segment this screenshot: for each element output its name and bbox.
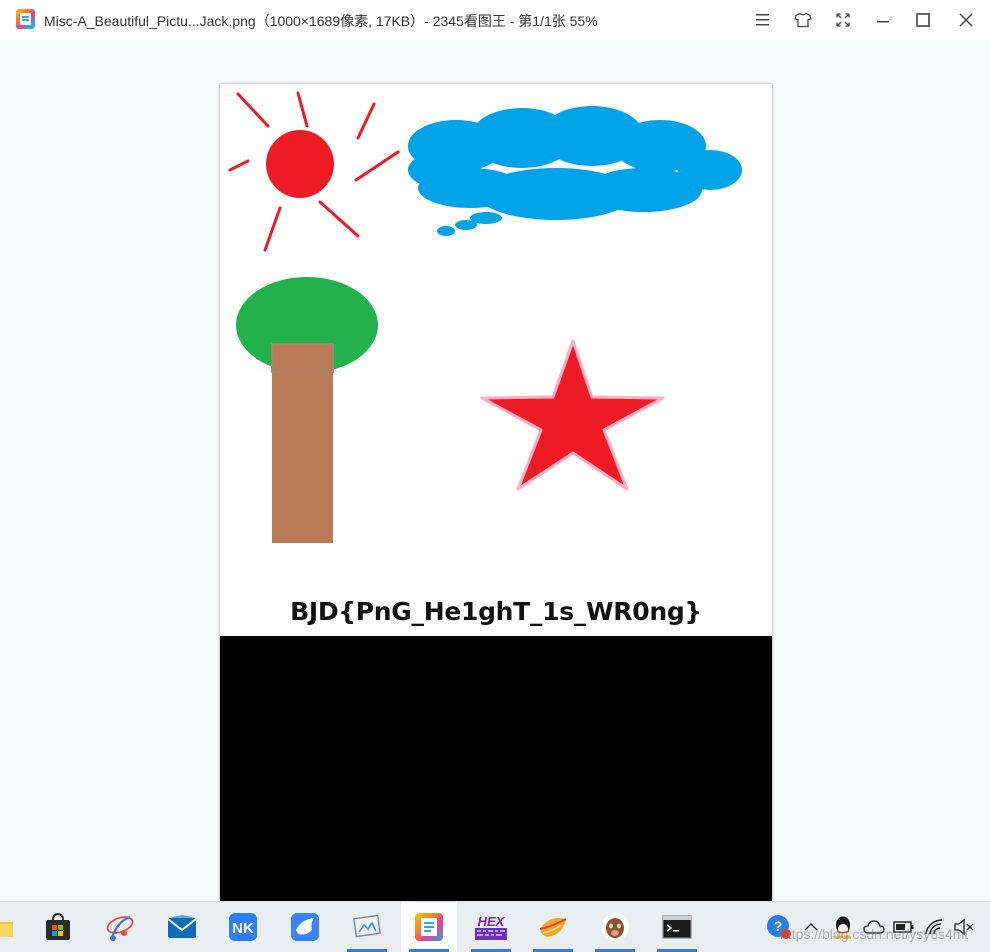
minimize-button[interactable] [868,5,898,35]
store-icon [46,912,70,940]
hex-icon: HEX [475,914,507,940]
tray-cloud[interactable] [860,902,888,952]
menu-button[interactable] [748,5,778,35]
battery-icon [893,921,914,933]
taskbar-terminal[interactable] [649,902,705,952]
tray-battery[interactable] [890,902,918,952]
terminal-icon [662,915,692,939]
image-viewer-canvas[interactable]: BJD{PnG_He1ghT_1s_WR0ng} [0,40,990,941]
tray-volume[interactable] [950,902,978,952]
taskbar-feishu[interactable] [277,902,333,952]
folder-icon [0,922,13,937]
viewer-app-icon [16,9,35,29]
star-drawing [480,339,665,491]
taskbar-microsoft-store[interactable] [30,902,86,952]
tray-wifi[interactable] [920,902,948,952]
bird-icon [291,913,319,941]
taskbar-sticky-app[interactable] [525,902,581,952]
window-title: Misc-A_Beautiful_Pictu...Jack.png（1000×1… [44,13,598,29]
fullscreen-icon [836,13,850,27]
hidden-black-area [220,636,772,941]
close-icon [959,13,973,27]
mascot-icon [601,913,629,941]
hex-label: HEX [478,914,506,929]
tray-qq[interactable] [828,902,858,952]
cloud-drawing [408,106,742,236]
viewer-icon [415,913,443,941]
taskbar-hex-editor[interactable]: HEX [463,902,519,952]
skin-icon [794,12,812,28]
tray-show-hidden[interactable] [798,902,824,952]
taskbar-nk-app[interactable]: NK [215,902,271,952]
tray-help[interactable]: ? [764,902,794,952]
red-star [480,339,665,491]
cloud-icon [863,920,885,934]
sun-drawing [228,91,400,252]
taskbar: NK HEX ? [0,901,990,952]
chevron-up-icon [804,923,818,931]
xmind-icon [106,915,134,941]
drawing [228,91,742,543]
window-title-bar[interactable]: Misc-A_Beautiful_Pictu...Jack.png（1000×1… [0,0,990,40]
taskbar-stegsolve[interactable] [587,902,643,952]
taskbar-2345-viewer[interactable] [401,902,457,952]
taskbar-image-tool[interactable] [339,902,395,952]
mail-icon [167,915,197,938]
tree-drawing [236,277,378,543]
sun-circle [266,130,334,198]
help-icon: ? [767,915,791,939]
volume-muted-icon [954,918,974,936]
skin-button[interactable] [788,5,818,35]
leaf-icon [539,918,567,937]
maximize-button[interactable] [908,5,938,35]
displayed-image[interactable]: BJD{PnG_He1ghT_1s_WR0ng} [220,84,772,941]
qq-icon [835,916,851,939]
svg-text:NK: NK [232,920,254,937]
taskbar-mail[interactable] [154,902,210,952]
tree-trunk [272,344,333,543]
svg-text:?: ? [774,918,783,934]
menu-icon [756,14,769,26]
flag-text: BJD{PnG_He1ghT_1s_WR0ng} [290,597,702,626]
nk-icon: NK [229,913,257,941]
minimize-icon [877,21,889,23]
screenshot-icon [353,914,381,938]
taskbar-xmind[interactable] [92,902,148,952]
maximize-icon [916,13,930,27]
fullscreen-button[interactable] [828,5,858,35]
taskbar-file-explorer[interactable] [0,902,28,952]
wifi-icon [925,919,943,935]
close-button[interactable] [951,5,981,35]
